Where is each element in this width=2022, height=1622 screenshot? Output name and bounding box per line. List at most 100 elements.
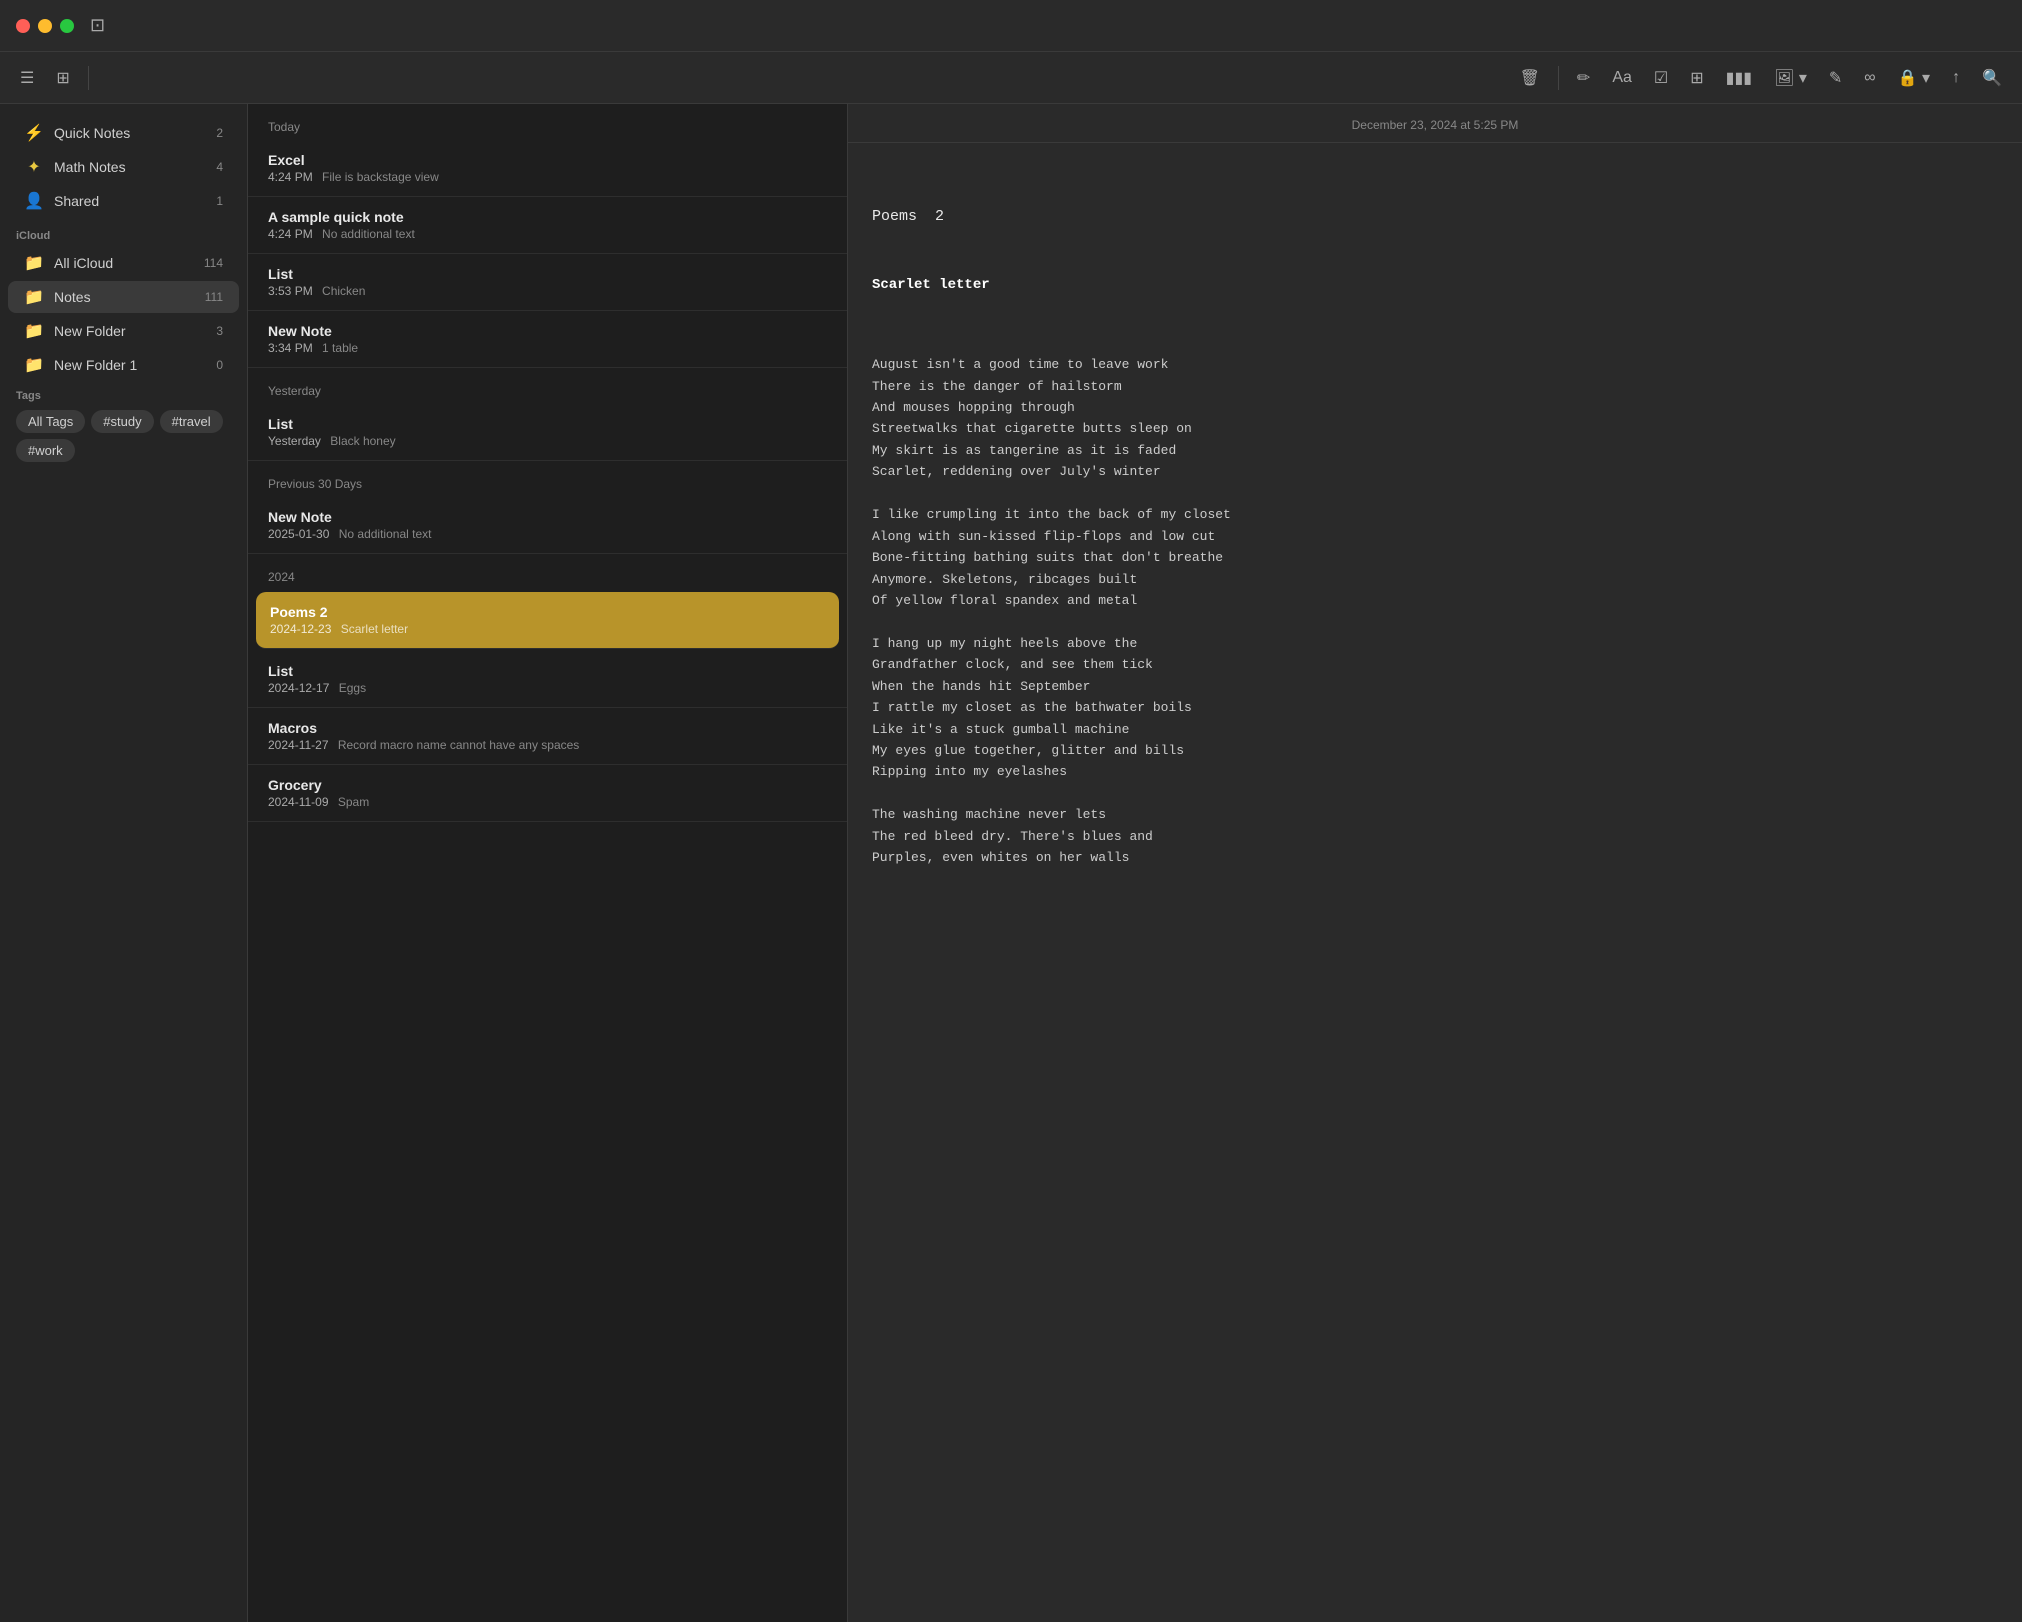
- quick-notes-count: 2: [216, 126, 223, 140]
- minimize-button[interactable]: [38, 19, 52, 33]
- note-time: 2024-12-23: [270, 622, 331, 636]
- sidebar-item-math-notes[interactable]: ✦ Math Notes 4: [8, 151, 239, 183]
- image-button[interactable]: 🖼 ▾: [1766, 62, 1815, 94]
- grid-view-button[interactable]: ⊞: [48, 62, 77, 94]
- math-notes-count: 4: [216, 160, 223, 174]
- list-view-button[interactable]: ☰: [12, 62, 42, 94]
- tag-work[interactable]: #work: [16, 439, 75, 462]
- note-preview: Eggs: [339, 681, 366, 695]
- note-title: List: [268, 416, 827, 432]
- sidebar-item-new-folder-1[interactable]: 📁 New Folder 1 0: [8, 349, 239, 381]
- collaborate-button[interactable]: ∞: [1856, 63, 1883, 93]
- note-title: List: [268, 663, 827, 679]
- note-item-macros[interactable]: Macros 2024-11-27 Record macro name cann…: [248, 708, 847, 765]
- format-button[interactable]: Aa: [1604, 63, 1640, 93]
- note-item-list-yesterday[interactable]: List Yesterday Black honey: [248, 404, 847, 461]
- note-preview: Black honey: [330, 434, 395, 448]
- section-header-previous30: Previous 30 Days: [248, 461, 847, 497]
- note-meta: 4:24 PM No additional text: [268, 227, 827, 241]
- note-meta: 2024-12-17 Eggs: [268, 681, 827, 695]
- note-item-list-2024[interactable]: List 2024-12-17 Eggs: [248, 651, 847, 708]
- note-detail-panel: December 23, 2024 at 5:25 PM Poems 2 Sca…: [848, 104, 2022, 1622]
- note-preview: Chicken: [322, 284, 365, 298]
- note-title: Excel: [268, 152, 827, 168]
- new-folder-1-count: 0: [216, 358, 223, 372]
- note-meta: Yesterday Black honey: [268, 434, 827, 448]
- note-preview: File is backstage view: [322, 170, 439, 184]
- tags-row: All Tags #study #travel #work: [16, 410, 231, 462]
- note-detail-body: August isn't a good time to leave work T…: [872, 354, 1998, 869]
- section-header-2024: 2024: [248, 554, 847, 590]
- note-meta: 3:53 PM Chicken: [268, 284, 827, 298]
- toolbar: ☰ ⊞ 🗑 ✏ Aa ☑ ⊞ ▮▮▮ 🖼 ▾ ✎ ∞ 🔒 ▾ ↑ 🔍: [0, 52, 2022, 104]
- note-item-poems-2[interactable]: Poems 2 2024-12-23 Scarlet letter: [256, 592, 839, 649]
- all-icloud-label: All iCloud: [54, 255, 198, 271]
- tags-header: Tags: [16, 390, 231, 402]
- sidebar-toggle-button[interactable]: ⊡: [90, 15, 105, 36]
- note-time: 2024-11-09: [268, 795, 329, 809]
- audio-button[interactable]: ▮▮▮: [1718, 62, 1760, 94]
- note-item-list-today[interactable]: List 3:53 PM Chicken: [248, 254, 847, 311]
- note-title: New Note: [268, 323, 827, 339]
- new-folder-count: 3: [216, 324, 223, 338]
- note-item-grocery[interactable]: Grocery 2024-11-09 Spam: [248, 765, 847, 822]
- note-detail-subtitle: Scarlet letter: [872, 274, 1998, 296]
- icloud-section-header: iCloud: [0, 218, 247, 246]
- quick-notes-icon: ⚡: [24, 123, 44, 143]
- shared-icon: 👤: [24, 191, 44, 211]
- checklist-button[interactable]: ☑: [1646, 62, 1676, 94]
- sidebar-item-quick-notes[interactable]: ⚡ Quick Notes 2: [8, 117, 239, 149]
- note-detail-content[interactable]: Poems 2 Scarlet letter August isn't a go…: [848, 143, 2022, 1622]
- all-icloud-icon: 📁: [24, 253, 44, 273]
- note-title: List: [268, 266, 827, 282]
- sidebar-item-all-icloud[interactable]: 📁 All iCloud 114: [8, 247, 239, 279]
- note-item-excel[interactable]: Excel 4:24 PM File is backstage view: [248, 140, 847, 197]
- share-button[interactable]: ↑: [1944, 63, 1968, 93]
- note-detail-header: December 23, 2024 at 5:25 PM: [848, 104, 2022, 143]
- note-meta: 4:24 PM File is backstage view: [268, 170, 827, 184]
- note-meta: 2024-11-27 Record macro name cannot have…: [268, 738, 827, 752]
- shared-label: Shared: [54, 193, 210, 209]
- table-button[interactable]: ⊞: [1682, 62, 1711, 94]
- notes-count: 111: [205, 290, 223, 304]
- lock-button[interactable]: 🔒 ▾: [1890, 62, 1938, 94]
- note-meta: 2024-12-23 Scarlet letter: [270, 622, 825, 636]
- note-item-new-note[interactable]: New Note 3:34 PM 1 table: [248, 311, 847, 368]
- app-body: ⚡ Quick Notes 2 ✦ Math Notes 4 👤 Shared …: [0, 104, 2022, 1622]
- quick-notes-label: Quick Notes: [54, 125, 210, 141]
- new-folder-1-icon: 📁: [24, 355, 44, 375]
- tags-section: Tags All Tags #study #travel #work: [0, 382, 247, 470]
- toolbar-separator-2: [1558, 66, 1559, 90]
- markup-button[interactable]: ✎: [1821, 62, 1850, 94]
- sidebar-item-new-folder[interactable]: 📁 New Folder 3: [8, 315, 239, 347]
- note-preview: 1 table: [322, 341, 358, 355]
- note-item-new-note-2[interactable]: New Note 2025-01-30 No additional text: [248, 497, 847, 554]
- math-notes-label: Math Notes: [54, 159, 210, 175]
- all-icloud-count: 114: [204, 256, 223, 270]
- note-meta: 2024-11-09 Spam: [268, 795, 827, 809]
- search-button[interactable]: 🔍: [1974, 62, 2010, 94]
- section-header-today: Today: [248, 104, 847, 140]
- note-preview: No additional text: [339, 527, 432, 541]
- traffic-lights: [16, 19, 74, 33]
- compose-button[interactable]: ✏: [1569, 62, 1598, 94]
- sidebar-item-notes[interactable]: 📁 Notes 111: [8, 281, 239, 313]
- note-meta: 2025-01-30 No additional text: [268, 527, 827, 541]
- new-folder-label: New Folder: [54, 323, 210, 339]
- note-meta: 3:34 PM 1 table: [268, 341, 827, 355]
- toolbar-separator-1: [88, 66, 89, 90]
- note-detail-title: Poems 2: [872, 205, 1998, 229]
- note-item-quick-note[interactable]: A sample quick note 4:24 PM No additiona…: [248, 197, 847, 254]
- delete-button[interactable]: 🗑: [1512, 62, 1548, 94]
- note-title: Grocery: [268, 777, 827, 793]
- note-time: 3:34 PM: [268, 341, 313, 355]
- sidebar-item-shared[interactable]: 👤 Shared 1: [8, 185, 239, 217]
- note-preview: Spam: [338, 795, 369, 809]
- tag-travel[interactable]: #travel: [160, 410, 223, 433]
- tag-all-tags[interactable]: All Tags: [16, 410, 85, 433]
- new-folder-icon: 📁: [24, 321, 44, 341]
- close-button[interactable]: [16, 19, 30, 33]
- fullscreen-button[interactable]: [60, 19, 74, 33]
- section-header-yesterday: Yesterday: [248, 368, 847, 404]
- tag-study[interactable]: #study: [91, 410, 153, 433]
